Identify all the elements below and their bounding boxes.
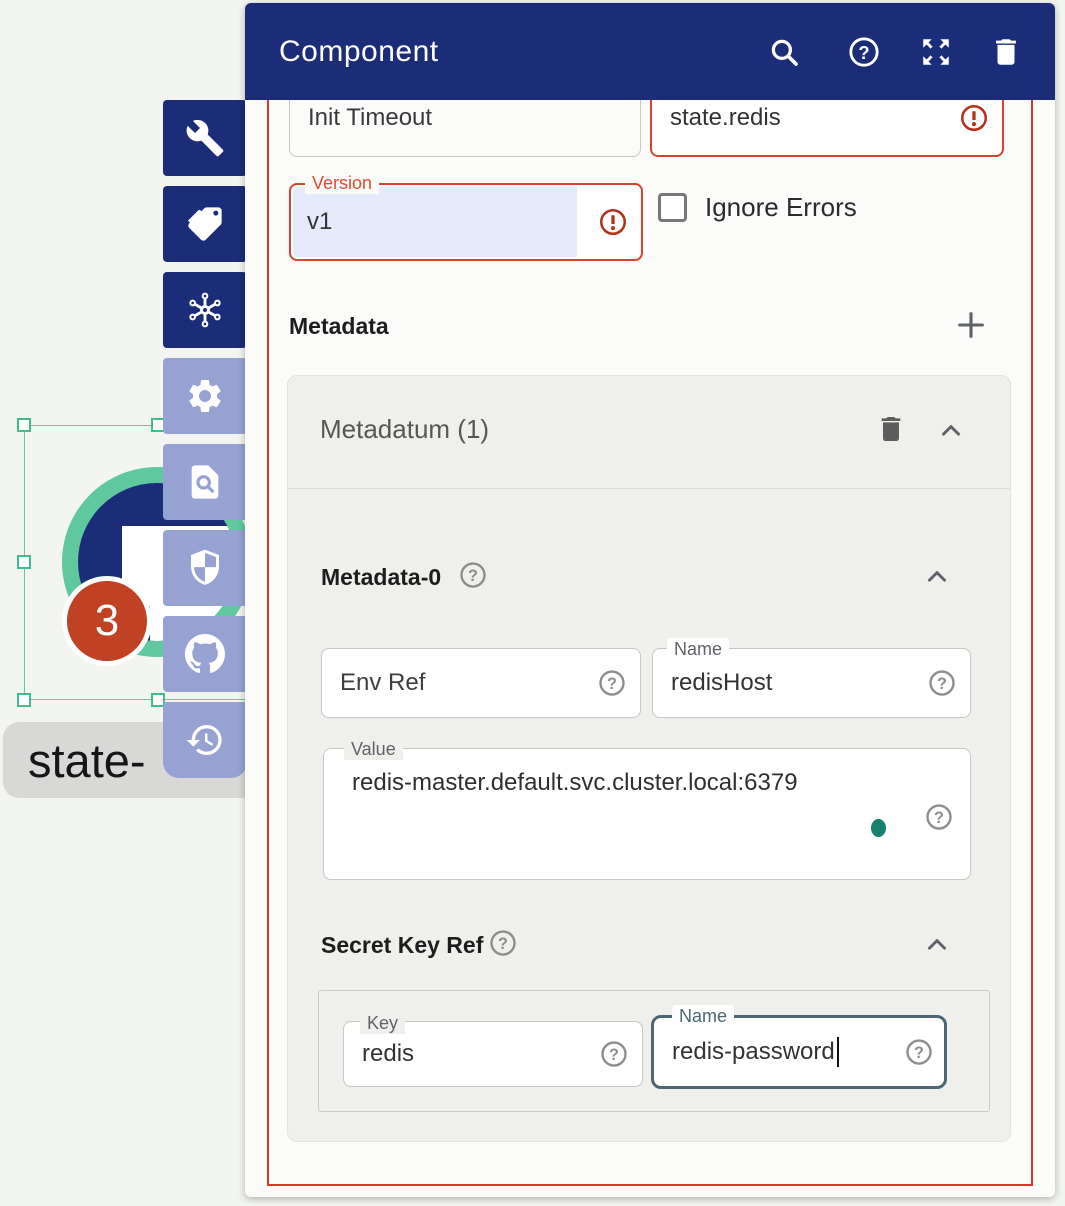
metadata-value-label: Value [344,738,403,760]
toolbar-github-button[interactable] [163,616,247,692]
shield-icon [185,548,225,588]
metadata-name-label: Name [667,638,729,660]
expand-icon [919,35,953,69]
delete-component-button[interactable] [987,33,1025,71]
secret-key-label: Key [360,1012,405,1034]
toolbar-connections-button[interactable] [163,272,247,348]
doc-search-icon [185,462,225,502]
toolbar-configure-button[interactable] [163,100,247,176]
expand-button[interactable] [917,33,955,71]
secret-name-label: Name [672,1005,734,1027]
toolbar-security-button[interactable] [163,530,247,606]
toolbar-settings-button[interactable] [163,358,247,434]
toolbar-history-button[interactable] [163,702,247,778]
version-label: Version [305,172,379,194]
history-icon [185,720,225,760]
component-properties-panel: Init Timeout state.redis Version v1 Igno… [245,3,1055,1197]
help-button[interactable]: ? [845,33,883,71]
gear-icon [185,376,225,416]
search-icon [767,35,801,69]
panel-title: Component [279,35,439,69]
trash-icon [989,35,1023,69]
tag-icon [185,204,225,244]
selection-handle[interactable] [17,693,31,707]
help-icon: ? [847,35,881,69]
github-icon [185,634,225,674]
selection-handle[interactable] [17,418,31,432]
svg-text:?: ? [858,42,869,63]
selection-handle[interactable] [17,555,31,569]
hub-icon [185,290,225,330]
wrench-icon [185,118,225,158]
toolbar-labels-button[interactable] [163,186,247,262]
search-button[interactable] [765,33,803,71]
node-label-text: state- [3,733,146,788]
toolbar-inspect-button[interactable] [163,444,247,520]
